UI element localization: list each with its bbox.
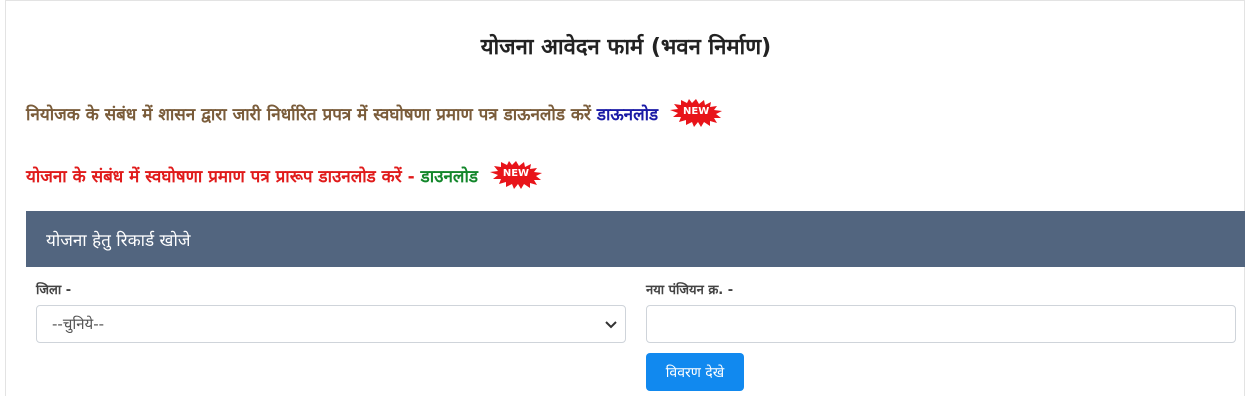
view-details-button[interactable]: विवरण देखे <box>646 353 744 391</box>
application-page: योजना आवेदन फार्म (भवन निर्माण) नियोजक क… <box>5 0 1245 396</box>
new-badge-label: NEW <box>502 168 530 179</box>
new-badge-icon: NEW <box>670 99 723 127</box>
district-select-value: --चुनिये-- <box>52 315 105 333</box>
employer-notice: नियोजक के संबंध में शासन द्वारा जारी निर… <box>26 99 723 127</box>
registration-label: नया पंजियन क्र. - <box>646 283 734 298</box>
employer-notice-text: नियोजक के संबंध में शासन द्वारा जारी निर… <box>26 104 591 125</box>
new-badge-label: NEW <box>683 106 710 117</box>
scheme-notice: योजना के संबंध में स्वघोषणा प्रमाण पत्र … <box>26 161 542 189</box>
search-panel-heading: योजना हेतु रिकार्ड खोजे <box>26 211 1245 267</box>
employer-download-link[interactable]: डाऊनलोड <box>597 102 658 125</box>
chevron-down-icon <box>605 321 617 329</box>
scheme-download-link[interactable]: डाउनलोड <box>421 164 478 187</box>
page-title: योजना आवेदन फार्म (भवन निर्माण) <box>480 35 772 60</box>
registration-number-input[interactable] <box>646 305 1236 343</box>
district-label: जिला - <box>36 283 72 298</box>
scheme-notice-text: योजना के संबंध में स्वघोषणा प्रमाण पत्र … <box>26 166 415 187</box>
new-badge-icon: NEW <box>489 161 542 189</box>
district-select[interactable]: --चुनिये-- <box>36 305 626 343</box>
